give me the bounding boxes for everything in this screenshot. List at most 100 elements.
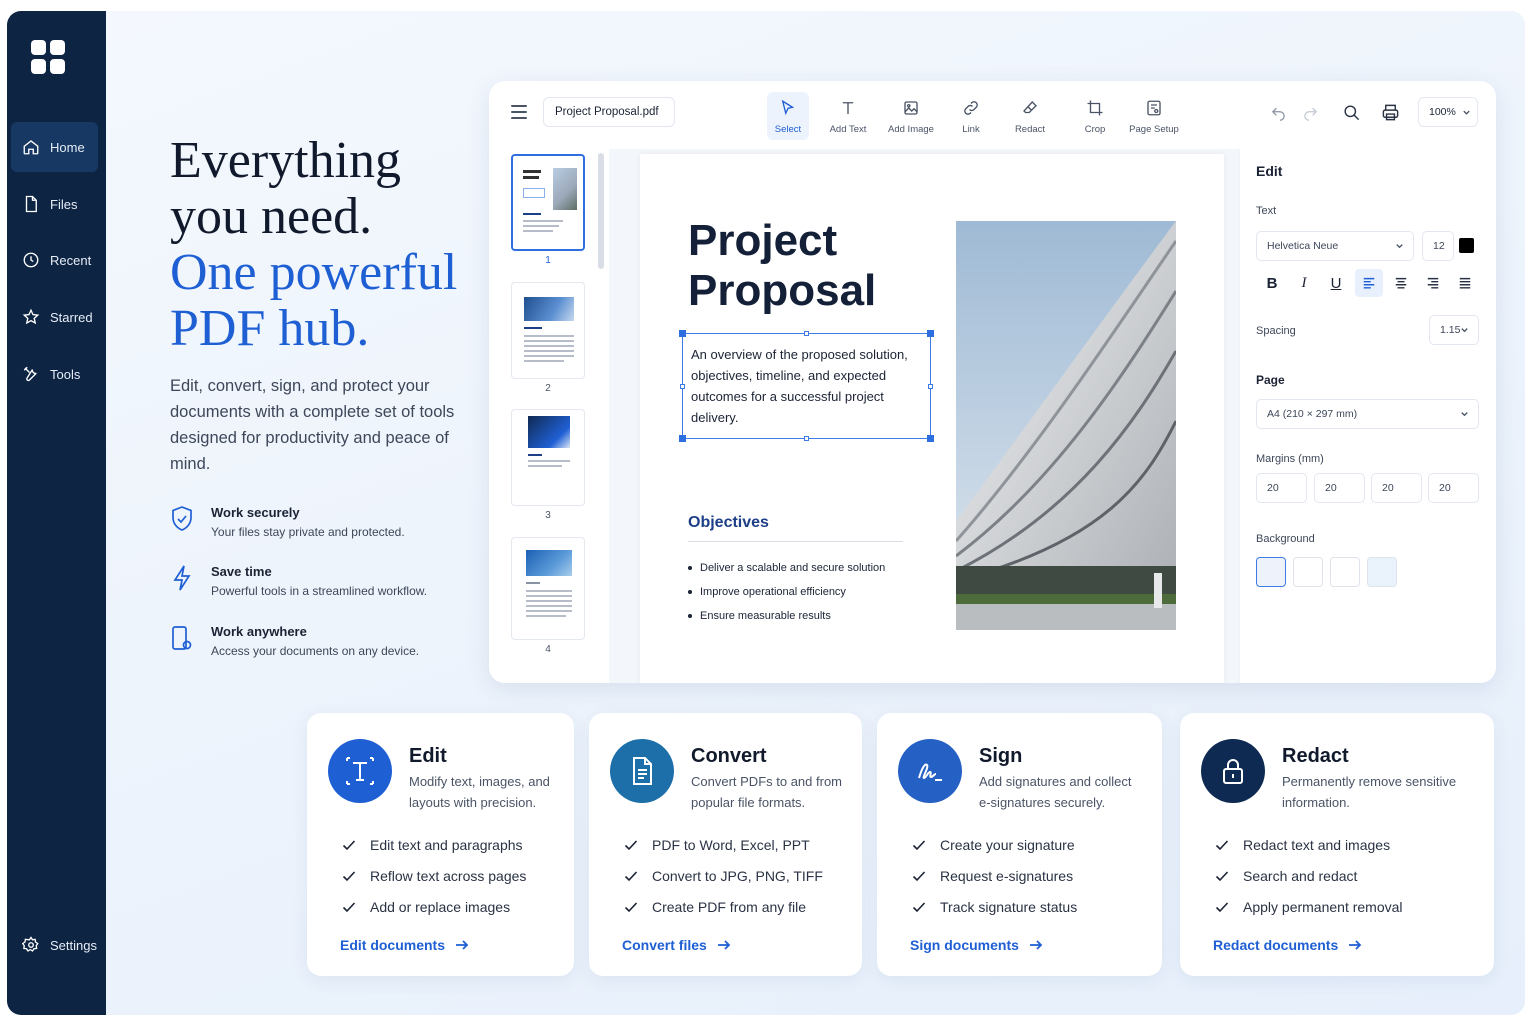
sidebar-item-home[interactable]: Home	[11, 122, 98, 172]
menu-icon[interactable]	[511, 105, 527, 119]
margin-top-field[interactable]: 20	[1256, 473, 1307, 503]
margin-bottom-field[interactable]: 20	[1371, 473, 1422, 503]
printer-icon[interactable]	[1381, 103, 1400, 122]
check-icon	[1215, 870, 1229, 881]
editor-toolbar: Project Proposal.pdf Select Add Text Add…	[489, 81, 1496, 149]
resize-handle[interactable]	[928, 384, 933, 389]
page-thumbnail-1[interactable]	[511, 154, 585, 251]
tool-select[interactable]: Select	[767, 92, 809, 140]
font-family-select[interactable]: Helvetica Neue	[1256, 231, 1414, 261]
page-size-select[interactable]: A4 (210 × 297 mm)	[1256, 399, 1479, 429]
filename-field[interactable]: Project Proposal.pdf	[543, 97, 675, 127]
list-item-label: Apply permanent removal	[1243, 898, 1403, 915]
undo-icon[interactable]	[1270, 104, 1287, 121]
card-desc: Modify text, images, and layouts with pr…	[409, 774, 550, 810]
arrow-right-icon	[1349, 940, 1362, 950]
page-thumbnail-4[interactable]	[511, 537, 585, 640]
card-sign: Sign Add signatures and collect e-signat…	[877, 713, 1162, 976]
background-swatch[interactable]	[1256, 557, 1286, 587]
list-item: Apply permanent removal	[1215, 891, 1403, 922]
thumbnail-scrollbar[interactable]	[598, 153, 604, 269]
edit-documents-link[interactable]: Edit documents	[340, 937, 469, 953]
tool-page-setup[interactable]: Page Setup	[1123, 92, 1185, 140]
redact-documents-link[interactable]: Redact documents	[1213, 937, 1362, 953]
page-thumbnail-3[interactable]	[511, 409, 585, 506]
objective-item[interactable]: Ensure measurable results	[688, 604, 885, 628]
card-feature-list: PDF to Word, Excel, PPT Convert to JPG, …	[624, 829, 823, 922]
margin-right-field[interactable]: 20	[1314, 473, 1365, 503]
background-swatch[interactable]	[1293, 557, 1323, 587]
hero-title: Everything you need. One powerful PDF hu…	[170, 133, 500, 357]
pdf-editor-window: Project Proposal.pdf Select Add Text Add…	[489, 81, 1496, 683]
objectives-heading[interactable]: Objectives	[688, 514, 769, 532]
resize-handle[interactable]	[804, 436, 809, 441]
tool-label: Link	[962, 124, 980, 135]
devices-icon	[172, 626, 192, 650]
feature-desc: Powerful tools in a streamlined workflow…	[211, 584, 428, 598]
tool-link[interactable]: Link	[953, 92, 989, 140]
background-swatch[interactable]	[1330, 557, 1360, 587]
sidebar-item-label: Recent	[50, 252, 92, 268]
list-item-label: Create your signature	[940, 836, 1075, 853]
sidebar-item-starred[interactable]: Starred	[7, 292, 106, 342]
resize-handle[interactable]	[927, 435, 934, 442]
page-number: 2	[545, 383, 551, 394]
document-title[interactable]: Project Proposal	[688, 216, 928, 316]
resize-handle[interactable]	[679, 330, 686, 337]
sidebar-item-tools[interactable]: Tools	[7, 349, 106, 399]
underline-button[interactable]: U	[1322, 269, 1350, 297]
align-left-button[interactable]	[1355, 269, 1383, 297]
redo-icon[interactable]	[1302, 104, 1319, 121]
document-intro-text[interactable]: An overview of the proposed solution, ob…	[691, 344, 923, 428]
card-desc: Add signatures and collect e-signatures …	[979, 774, 1132, 810]
card-desc: Permanently remove sensitive information…	[1282, 774, 1457, 810]
card-icon-circle	[898, 739, 962, 803]
tool-redact[interactable]: Redact	[1009, 92, 1051, 140]
file-icon	[25, 195, 37, 213]
align-center-icon	[1395, 277, 1407, 289]
align-center-button[interactable]	[1387, 269, 1415, 297]
zoom-select[interactable]: 100%	[1418, 97, 1478, 127]
margin-left-field[interactable]: 20	[1428, 473, 1479, 503]
objective-item[interactable]: Deliver a scalable and secure solution	[688, 556, 885, 580]
tool-add-image[interactable]: Add Image	[883, 92, 939, 140]
font-size-value: 12	[1433, 240, 1445, 252]
sidebar-item-settings[interactable]: Settings	[7, 920, 106, 970]
link-label: Convert files	[622, 937, 707, 953]
clock-icon	[23, 252, 39, 268]
italic-button[interactable]: I	[1290, 269, 1318, 297]
resize-handle[interactable]	[804, 331, 809, 336]
spacing-label: Spacing	[1256, 325, 1296, 337]
font-size-field[interactable]: 12	[1422, 231, 1454, 261]
sidebar-item-recent[interactable]: Recent	[7, 235, 106, 285]
tool-crop[interactable]: Crop	[1075, 92, 1115, 140]
bold-button[interactable]: B	[1258, 269, 1286, 297]
spacing-select[interactable]: 1.15	[1429, 315, 1479, 345]
align-left-icon	[1363, 277, 1375, 289]
objective-item[interactable]: Improve operational efficiency	[688, 580, 885, 604]
convert-files-link[interactable]: Convert files	[622, 937, 731, 953]
card-icon-circle	[610, 739, 674, 803]
card-icon-circle	[1201, 739, 1265, 803]
app-logo[interactable]	[31, 40, 65, 74]
tool-label: Redact	[1014, 124, 1046, 135]
resize-handle[interactable]	[680, 384, 685, 389]
text-color-swatch[interactable]	[1459, 238, 1474, 253]
page-thumbnail-2[interactable]	[511, 282, 585, 379]
sidebar-item-label: Files	[50, 196, 78, 212]
resize-handle[interactable]	[927, 330, 934, 337]
building-photo[interactable]	[956, 221, 1176, 630]
align-justify-button[interactable]	[1451, 269, 1479, 297]
chevron-down-icon	[1463, 110, 1470, 115]
sidebar-item-label: Settings	[50, 937, 97, 953]
check-icon	[342, 870, 356, 881]
feature-work-anywhere: Work anywhere Access your documents on a…	[170, 624, 490, 664]
background-swatch[interactable]	[1367, 557, 1397, 587]
sidebar-item-files[interactable]: Files	[7, 179, 106, 229]
align-right-button[interactable]	[1419, 269, 1447, 297]
sign-documents-link[interactable]: Sign documents	[910, 937, 1043, 953]
selected-text-box[interactable]: An overview of the proposed solution, ob…	[679, 330, 934, 442]
tool-add-text[interactable]: Add Text	[823, 92, 873, 140]
resize-handle[interactable]	[679, 435, 686, 442]
search-icon[interactable]	[1342, 103, 1361, 122]
